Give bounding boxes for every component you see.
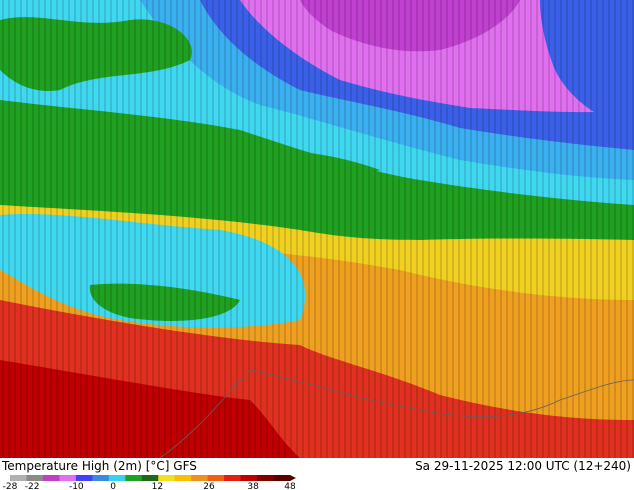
colorbar: -28 -22 -10 0 12 26 38 48 (3, 475, 296, 490)
colorbar-swatch (108, 475, 126, 481)
colorbar-swatch (273, 475, 291, 481)
temperature-field (0, 0, 634, 458)
temperature-map[interactable] (0, 0, 634, 458)
colorbar-swatch (42, 475, 60, 481)
colorbar-tick-label: 26 (203, 482, 215, 490)
footer-bar: Temperature High (2m) [°C] GFS Sa 29-11-… (0, 458, 634, 490)
colorbar-swatch (125, 475, 143, 481)
colorbar-swatch (174, 475, 192, 481)
colorbar-swatch (191, 475, 209, 481)
isoline-overlay (0, 0, 634, 458)
map-title: Temperature High (2m) [°C] GFS (2, 459, 197, 473)
colorbar-tick-label: -10 (69, 482, 84, 490)
colorbar-tick-label: -28 (3, 482, 18, 490)
valid-time: Sa 29-11-2025 12:00 UTC (12+240) (415, 459, 631, 473)
colorbar-tick-label: 0 (110, 482, 116, 490)
colorbar-swatch (75, 475, 93, 481)
colorbar-swatch (158, 475, 176, 481)
colorbar-tick-label: 48 (284, 482, 296, 490)
colorbar-swatch (141, 475, 159, 481)
colorbar-swatch (257, 475, 275, 481)
colorbar-swatch (26, 475, 44, 481)
colorbar-swatch (59, 475, 77, 481)
colorbar-swatch (207, 475, 225, 481)
colorbar-swatch (10, 475, 27, 481)
colorbar-tick-label: 12 (152, 482, 163, 490)
colorbar-tick-label: 38 (247, 482, 259, 490)
colorbar-swatch (240, 475, 258, 481)
colorbar-arrow (290, 475, 296, 481)
colorbar-swatch (224, 475, 242, 481)
colorbar-swatch (92, 475, 110, 481)
colorbar-tick-label: -22 (25, 482, 40, 490)
